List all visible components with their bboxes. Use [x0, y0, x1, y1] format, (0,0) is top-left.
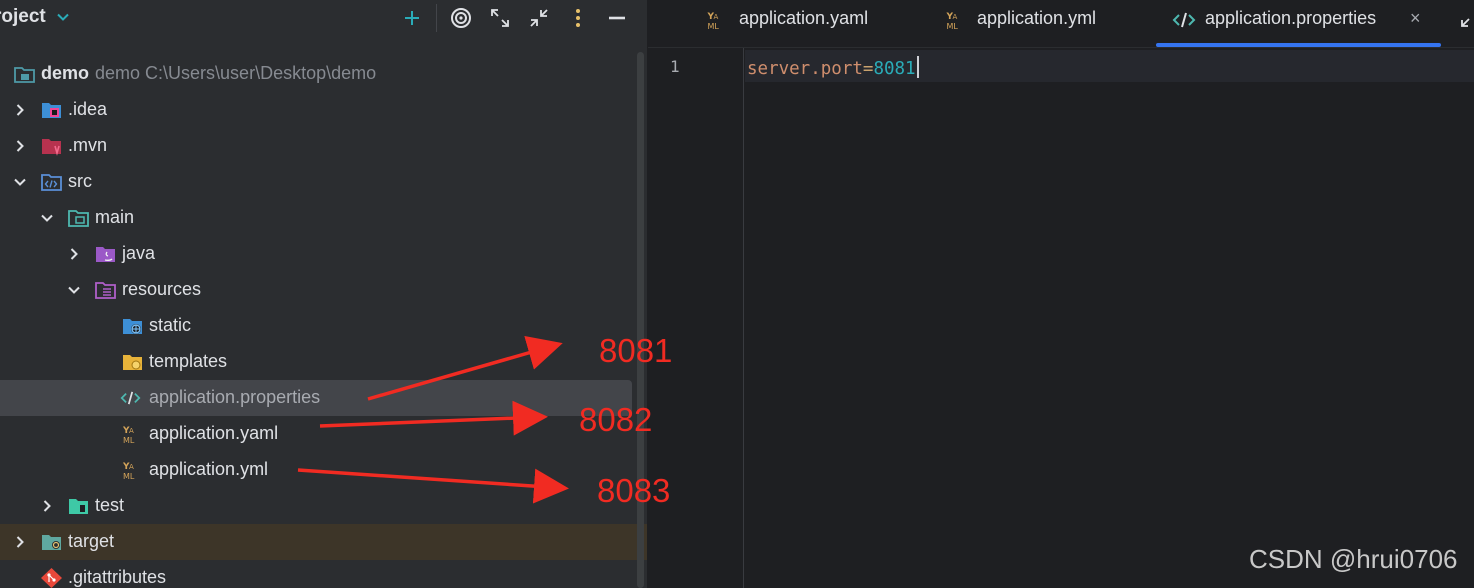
project-panel-title[interactable]: roject [0, 6, 46, 28]
chevron-right-icon[interactable] [40, 499, 54, 513]
tree-item-label: demo demo C:\Users\user\Desktop\demo [41, 63, 376, 84]
project-root-name: demo [41, 63, 90, 83]
tree-item-label: resources [122, 279, 202, 299]
tree-item-label: templates [149, 351, 228, 371]
tree-item-static[interactable]: static [0, 308, 632, 344]
idea-folder-icon [42, 103, 61, 118]
text-caret [916, 56, 919, 78]
module-folder-icon [68, 210, 89, 227]
property-equals: = [862, 59, 874, 79]
resources-folder-icon [95, 282, 116, 299]
web-folder-icon [123, 319, 142, 334]
chevron-right-icon[interactable] [67, 247, 81, 261]
line-number: 1 [670, 57, 680, 76]
property-value: 8081 [873, 59, 916, 79]
tree-item-resources[interactable]: resources [0, 272, 632, 308]
yaml-icon: Y AML [946, 12, 959, 30]
active-tab-indicator [1156, 43, 1441, 47]
property-key: server.port [747, 59, 863, 79]
close-tab-button[interactable]: × [1410, 8, 1421, 29]
add-icon[interactable] [400, 6, 424, 30]
tree-item-label: test [95, 495, 125, 515]
tree-item-templates[interactable]: templates [0, 344, 632, 380]
svg-text:ML: ML [123, 472, 135, 480]
tree-item-label: static [149, 315, 192, 335]
tree-item-label: .gitattributes [68, 567, 167, 587]
tab-application-yaml[interactable]: Y A ML application.yaml [706, 0, 926, 40]
tree-item-test[interactable]: test [0, 488, 632, 524]
chevron-down-icon[interactable] [56, 10, 70, 24]
tree-item-label: application.yml [149, 459, 269, 479]
project-panel-header: roject [0, 0, 647, 38]
tree-item-idea[interactable]: .idea [0, 92, 632, 128]
code-line[interactable]: server.port=8081 [747, 56, 919, 79]
tab-application-yml[interactable]: Y A ML application.yml [945, 0, 1145, 40]
project-panel: roject demodemo C:\Users\user\Desktop\de… [0, 0, 647, 588]
tree-item-label: application.yaml [149, 423, 279, 443]
chevron-down-icon[interactable] [40, 211, 54, 225]
tree-item-label: .idea [68, 99, 108, 119]
chevron-down-icon[interactable] [13, 175, 27, 189]
tree-item-mvn[interactable]: .mvn [0, 128, 632, 164]
yaml-icon: Y AML [122, 462, 135, 480]
tree-item-application-yml[interactable]: Y A ML application.yml [0, 452, 632, 488]
collapse-all-icon[interactable] [527, 6, 551, 30]
tab-label: application.yaml [739, 8, 869, 28]
tree-item-label: .mvn [68, 135, 108, 155]
svg-text:A: A [129, 463, 134, 471]
tree-scrollbar[interactable] [637, 52, 644, 588]
git-icon [41, 568, 62, 588]
tab-application-properties[interactable]: application.properties × [1172, 0, 1442, 40]
project-root-path: demo C:\Users\user\Desktop\demo [95, 63, 377, 83]
locate-icon[interactable] [449, 6, 473, 30]
tree-item-application-yaml[interactable]: Y A ML application.yaml [0, 416, 632, 452]
tree-item-src[interactable]: src [0, 164, 632, 200]
chevron-right-icon[interactable] [13, 139, 27, 153]
hide-panel-icon[interactable] [605, 6, 629, 30]
properties-icon [1172, 12, 1196, 28]
tree-item-java[interactable]: java [0, 236, 632, 272]
tree-item-gitattributes[interactable]: .gitattributes [0, 560, 632, 588]
more-options-icon[interactable] [566, 6, 590, 30]
svg-text:ML: ML [123, 436, 135, 444]
editor-tab-bar: Y A ML application.yaml Y A ML application.y… [648, 0, 1474, 48]
expand-all-icon[interactable] [488, 6, 512, 30]
tree-item-label: target [68, 531, 115, 551]
templates-folder-icon [123, 355, 142, 370]
tab-label: application.yml [977, 8, 1097, 28]
chevron-down-icon[interactable] [67, 283, 81, 297]
expand-editor-icon[interactable] [1460, 8, 1474, 28]
properties-icon [120, 391, 141, 405]
tree-item-label: application.properties [149, 387, 321, 407]
yaml-icon: Y AML [707, 12, 720, 30]
svg-text:ML: ML [947, 22, 959, 30]
tree-item-application-properties[interactable]: application.properties [0, 380, 632, 416]
yaml-icon: Y AML [122, 426, 135, 444]
excluded-folder-icon [42, 535, 61, 550]
tree-item-main[interactable]: main [0, 200, 632, 236]
toolbar-divider [436, 4, 437, 32]
tree-item-label: src [68, 171, 92, 191]
editor: Y A ML application.yaml Y A ML application.y… [648, 0, 1474, 588]
line-number-gutter: 1 [648, 48, 744, 588]
tree-item-demo[interactable]: demo demo C:\Users\user\Desktop\demo [0, 56, 632, 92]
svg-text:A: A [129, 427, 134, 435]
tree-item-target[interactable]: target [0, 524, 647, 560]
maven-folder-icon [42, 139, 61, 156]
source-folder-icon [41, 174, 62, 191]
svg-text:A: A [953, 13, 958, 21]
chevron-right-icon[interactable] [13, 103, 27, 117]
svg-text:A: A [714, 13, 719, 21]
svg-text:ML: ML [708, 22, 720, 30]
tree-item-label: java [122, 243, 156, 263]
test-folder-icon [69, 499, 88, 514]
tree-item-label: main [95, 207, 135, 227]
java-source-folder-icon [96, 247, 115, 262]
module-folder-icon [14, 67, 35, 83]
chevron-right-icon[interactable] [13, 535, 27, 549]
tab-label: application.properties [1205, 8, 1377, 28]
